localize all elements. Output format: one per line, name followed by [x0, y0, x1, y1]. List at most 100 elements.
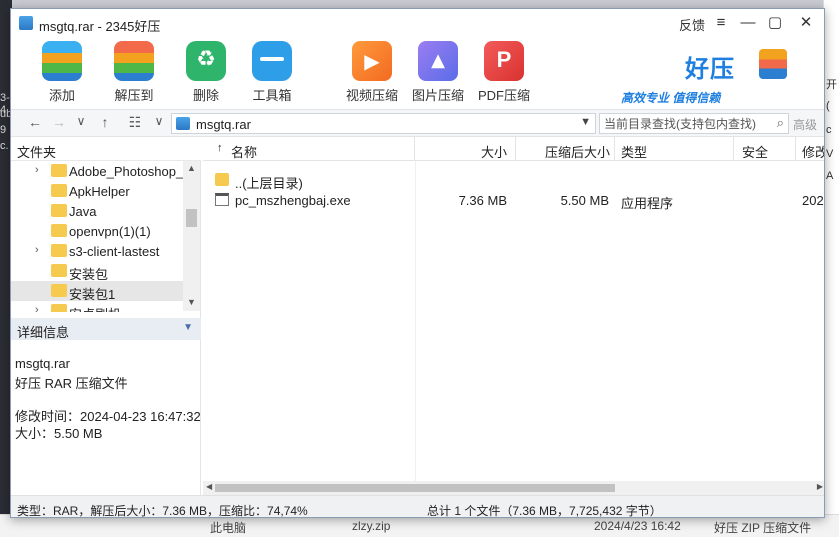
tree-item-android-flash[interactable]: › 安卓刷机: [11, 301, 183, 312]
toolbox-icon: [252, 41, 292, 81]
tree-item-label: s3-client-lastest: [69, 244, 160, 259]
view-mode-icon[interactable]: ☷: [125, 114, 145, 131]
detail-filename: msgtq.rar: [15, 356, 70, 371]
toolbox-label: 工具箱: [252, 88, 292, 103]
tree-item-label: ApkHelper: [69, 184, 130, 199]
tree-item-installers-1[interactable]: 安装包1: [11, 281, 183, 302]
status-archive-info: 类型：RAR，解压后大小：7.36 MB，压缩比：74,74%: [17, 504, 308, 518]
extract-icon: [114, 41, 154, 81]
view-mode-dropdown-icon[interactable]: ∨: [149, 114, 169, 128]
advanced-search-button[interactable]: 高级: [793, 116, 817, 133]
add-archive-icon: [42, 41, 82, 81]
expand-arrow-icon[interactable]: ›: [35, 164, 39, 176]
column-header-size[interactable]: 大小: [415, 137, 516, 161]
background-text: c: [826, 124, 832, 136]
column-header-security[interactable]: 安全: [734, 137, 796, 161]
tree-item-openvpn[interactable]: openvpn(1)(1): [11, 221, 183, 241]
folder-tree-title: 文件夹: [17, 145, 57, 160]
folder-icon: [51, 244, 67, 257]
background-text: (: [826, 100, 830, 112]
column-header-name[interactable]: ↑ 名称: [203, 137, 415, 161]
folder-icon: [51, 184, 67, 197]
add-label: 添加: [48, 88, 75, 103]
video-compress-button[interactable]: 视频压缩: [337, 37, 407, 104]
minimize-button[interactable]: —: [735, 11, 761, 35]
status-bar: 类型：RAR，解压后大小：7.36 MB，压缩比：74,74% 总计 1 个文件…: [11, 495, 824, 518]
delete-button[interactable]: 删除: [171, 37, 241, 104]
image-compress-button[interactable]: 图片压缩: [403, 37, 473, 104]
tree-item-java[interactable]: Java: [11, 201, 183, 221]
path-field[interactable]: msgtq.rar ▼: [171, 113, 596, 134]
expand-arrow-icon[interactable]: ›: [35, 304, 39, 312]
file-packed-size: 5.50 MB: [560, 193, 609, 208]
menu-icon[interactable]: ≡: [708, 11, 734, 35]
title-bar[interactable]: msgtq.rar - 2345好压 反馈 ≡ — ▢ ✕: [11, 9, 824, 37]
file-type: 应用程序: [621, 196, 674, 211]
path-dropdown-icon[interactable]: ▼: [580, 116, 591, 128]
background-text: V: [826, 148, 834, 160]
back-button[interactable]: ←: [25, 114, 45, 130]
video-compress-icon: [352, 41, 392, 81]
column-label: 大小: [480, 145, 507, 160]
folder-tree-scrollbar[interactable]: ▲ ▼: [183, 161, 200, 311]
search-input[interactable]: [600, 114, 768, 133]
pdf-compress-label: PDF压缩: [477, 88, 530, 103]
file-list-hscrollbar[interactable]: ◀ ▶: [203, 481, 824, 495]
folder-tree-header: 文件夹: [11, 137, 201, 161]
collapse-icon[interactable]: ▼: [183, 322, 193, 333]
history-dropdown-icon[interactable]: ∨: [71, 114, 91, 128]
folder-icon: [51, 304, 67, 312]
scroll-left-icon[interactable]: ◀: [206, 482, 212, 491]
recycle-icon: [186, 41, 226, 81]
background-text: 开: [826, 79, 837, 91]
forward-button[interactable]: →: [49, 114, 69, 130]
scroll-right-icon[interactable]: ▶: [817, 482, 823, 491]
scrollbar-thumb[interactable]: [186, 209, 197, 227]
add-button[interactable]: 添加: [27, 37, 97, 104]
scrollbar-thumb[interactable]: [215, 484, 615, 492]
maximize-button[interactable]: ▢: [762, 11, 788, 35]
search-icon[interactable]: ⌕: [777, 115, 784, 131]
column-header-modified[interactable]: 修改时: [796, 137, 824, 161]
column-label: 类型: [621, 145, 648, 160]
archive-window: msgtq.rar - 2345好压 反馈 ≡ — ▢ ✕ 添加 解压到 删除 …: [10, 8, 825, 518]
pdf-compress-button[interactable]: PDF压缩: [469, 37, 539, 104]
tree-item-installers[interactable]: 安装包: [11, 261, 183, 282]
background-text: 9: [0, 124, 7, 136]
list-row-file[interactable]: pc_mszhengbaj.exe 7.36 MB 5.50 MB 应用程序 2…: [203, 190, 824, 211]
toolbox-button[interactable]: 工具箱: [237, 37, 307, 104]
tree-item-s3-client[interactable]: › s3-client-lastest: [11, 241, 183, 261]
file-size: 7.36 MB: [458, 193, 507, 208]
column-header-type[interactable]: 类型: [615, 137, 734, 161]
background-file-date: 2024/4/23 16:42: [594, 519, 681, 533]
up-level-button[interactable]: ↑: [95, 114, 115, 130]
column-label: 修改时: [802, 145, 824, 160]
extract-to-button[interactable]: 解压到: [99, 37, 169, 104]
background-text: c.: [0, 140, 9, 152]
delete-label: 删除: [192, 88, 219, 103]
tree-item-label: 安卓刷机: [69, 304, 121, 312]
app-logo-icon: [19, 16, 33, 30]
pdf-compress-icon: [484, 41, 524, 81]
folder-icon: [51, 284, 67, 297]
list-row-parent-dir[interactable]: ..(上层目录): [203, 170, 824, 191]
details-pane: 详细信息 ▼ msgtq.rar 好压 RAR 压缩文件 修改时间：2024-0…: [11, 312, 201, 495]
scroll-down-icon[interactable]: ▼: [183, 297, 200, 307]
column-header-packed-size[interactable]: 压缩后大小: [516, 137, 615, 161]
exe-file-icon: [215, 193, 229, 206]
expand-arrow-icon[interactable]: ›: [35, 244, 39, 256]
detail-filetype: 好压 RAR 压缩文件: [15, 376, 128, 391]
tree-item-adobe-photoshop[interactable]: › Adobe_Photoshop_: [11, 161, 183, 181]
column-label: 安全: [742, 145, 769, 160]
scroll-up-icon[interactable]: ▲: [183, 163, 200, 173]
folder-icon: [51, 164, 67, 177]
close-button[interactable]: ✕: [793, 11, 819, 35]
sort-up-icon: ↑: [217, 142, 223, 154]
image-compress-label: 图片压缩: [411, 88, 464, 103]
tree-item-label: Java: [69, 204, 97, 219]
tree-item-apkhelper[interactable]: ApkHelper: [11, 181, 183, 201]
feedback-button[interactable]: 反馈: [679, 15, 705, 34]
background-file-type: 好压 ZIP 压缩文件: [714, 521, 812, 535]
folder-icon: [51, 204, 67, 217]
details-header[interactable]: 详细信息 ▼: [11, 318, 201, 340]
